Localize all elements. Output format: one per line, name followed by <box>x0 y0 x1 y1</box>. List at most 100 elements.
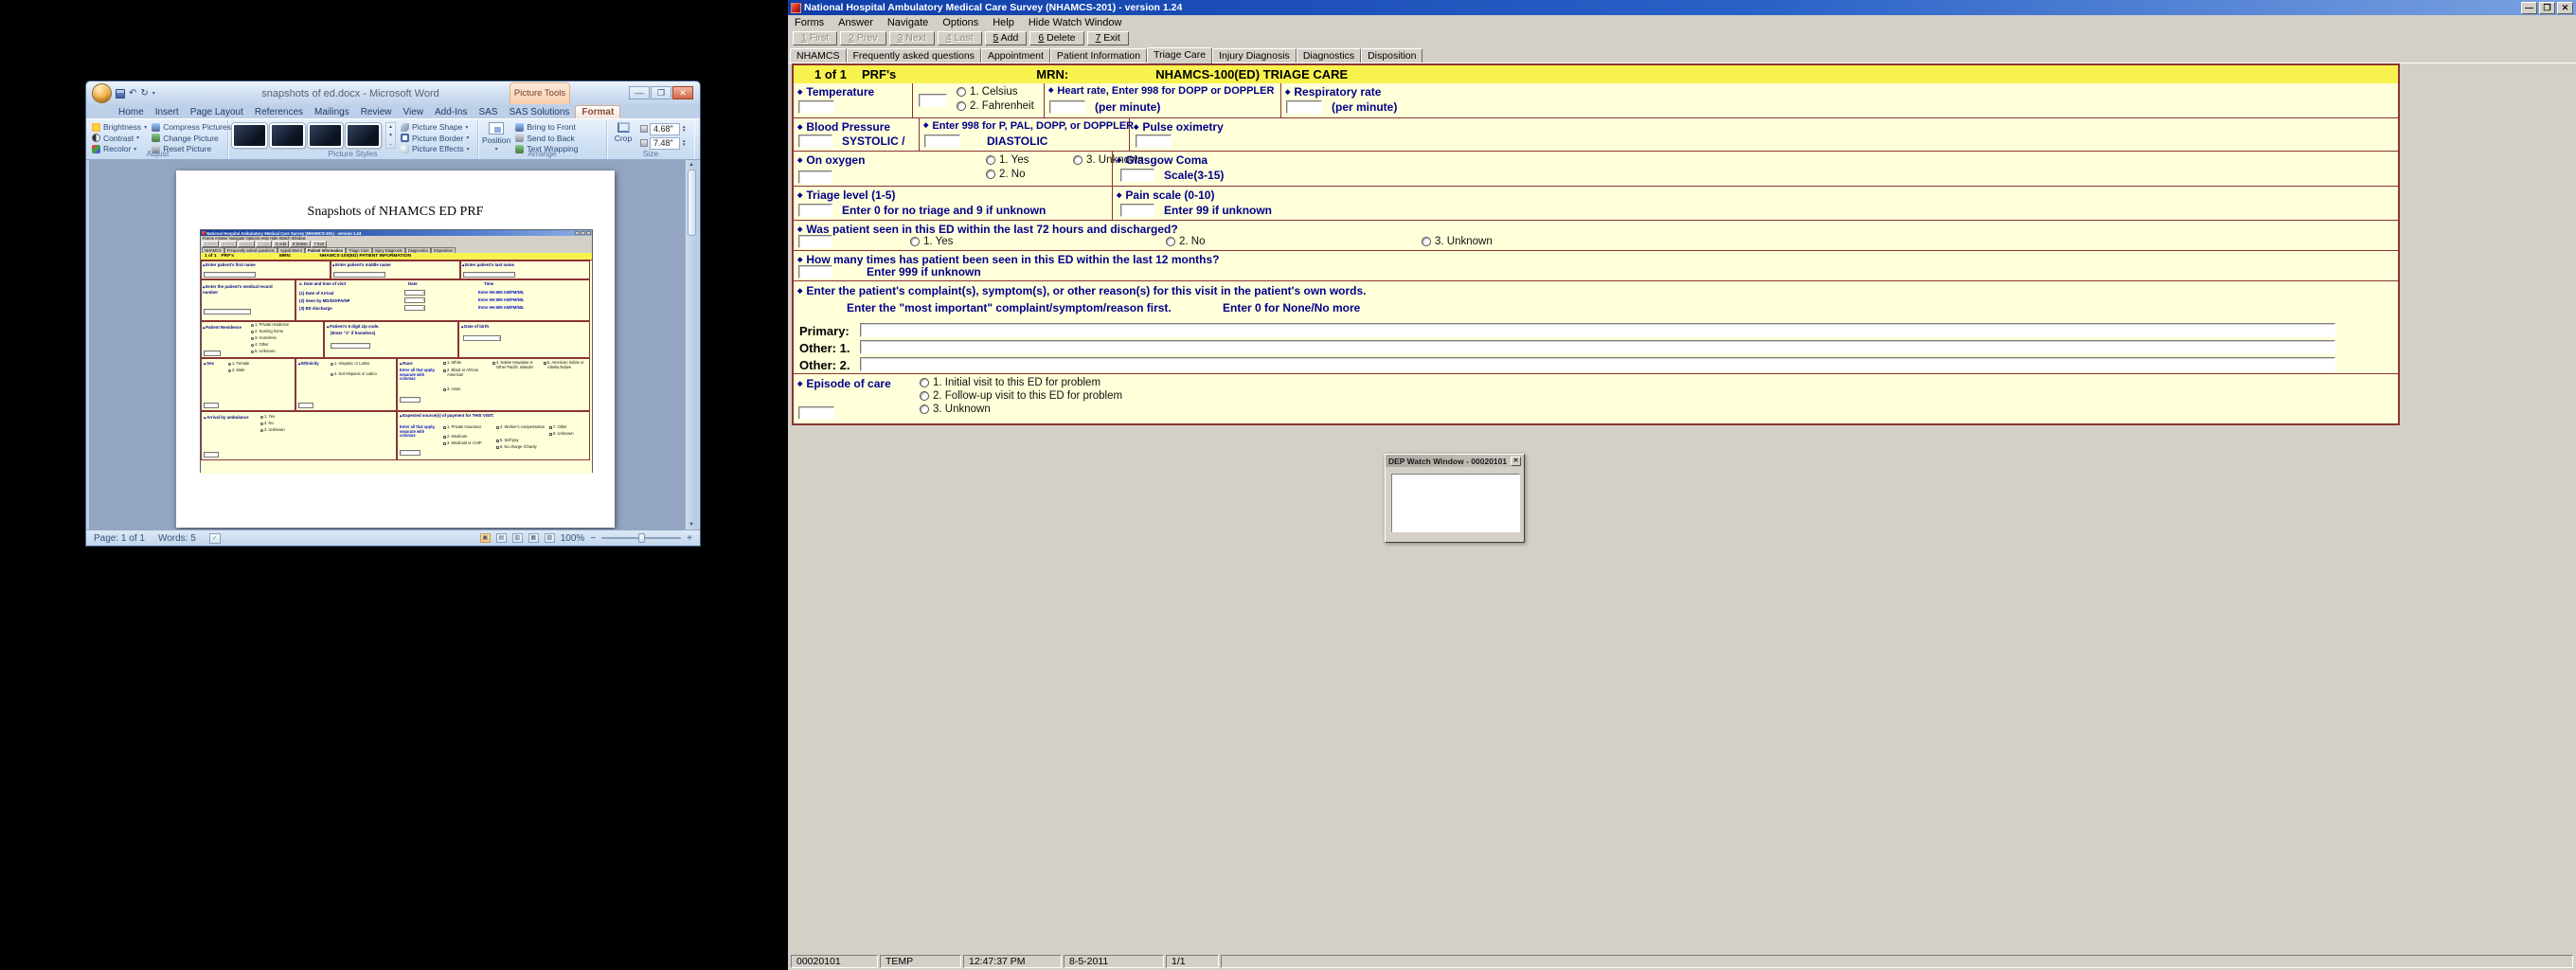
crop-button[interactable]: Crop <box>611 122 635 143</box>
tab-diagnostics[interactable]: Diagnostics <box>1297 48 1361 63</box>
document-scrollbar[interactable]: ▲ ▼ <box>685 160 697 530</box>
tab-view[interactable]: View <box>398 106 430 118</box>
tab-review[interactable]: Review <box>355 106 398 118</box>
change-picture-button[interactable]: Change Picture <box>152 134 231 144</box>
qat-menu-icon[interactable]: ▾ <box>152 90 155 97</box>
width-value[interactable]: 7.48" <box>650 137 680 150</box>
width-spinner[interactable]: 7.48"▲▼ <box>640 136 686 150</box>
watch-close-button[interactable]: ✕ <box>1511 457 1521 466</box>
menu-forms[interactable]: Forms <box>795 17 824 28</box>
watch-list[interactable] <box>1391 474 1520 532</box>
zoom-level[interactable]: 100% <box>561 533 585 544</box>
picture-style-thumbnail[interactable] <box>270 123 305 148</box>
menu-navigate[interactable]: Navigate <box>887 17 928 28</box>
watch-window-titlebar[interactable]: DEP Watch Window - 00020101 ✕ <box>1386 455 1524 467</box>
triage-level-input[interactable] <box>798 204 832 217</box>
menu-hide-watch-window[interactable]: Hide Watch Window <box>1029 17 1122 28</box>
respiratory-rate-input[interactable] <box>1286 100 1322 114</box>
oxygen-no-option[interactable]: 2. No <box>986 169 1026 180</box>
last-button[interactable]: 4 Last <box>938 31 982 45</box>
save-icon[interactable] <box>116 89 125 99</box>
tab-appointment[interactable]: Appointment <box>981 48 1050 63</box>
add-button[interactable]: 5 Add <box>985 31 1028 45</box>
print-layout-view-button[interactable]: ▣ <box>480 533 491 543</box>
minimize-button[interactable]: — <box>629 86 650 99</box>
celsius-option[interactable]: 1. Celsius <box>957 86 1018 98</box>
episode-followup-option[interactable]: 2. Follow-up visit to this ED for proble… <box>920 390 1122 402</box>
diastolic-input[interactable] <box>924 135 960 148</box>
heart-rate-input[interactable] <box>1049 100 1085 114</box>
tab-sas[interactable]: SAS <box>473 106 503 118</box>
tab-injury-diagnosis[interactable]: Injury Diagnosis <box>1212 48 1297 63</box>
tab-page-layout[interactable]: Page Layout <box>185 106 249 118</box>
stepper-icons[interactable]: ▲▼ <box>682 125 686 133</box>
height-spinner[interactable]: 4.68"▲▼ <box>640 122 686 135</box>
picture-border-button[interactable]: Picture Border▾ <box>401 134 470 144</box>
spellcheck-icon[interactable]: ✓ <box>209 533 221 544</box>
seen72-no-option[interactable]: 2. No <box>1166 236 1206 247</box>
scrollbar-thumb[interactable] <box>688 170 696 236</box>
height-value[interactable]: 4.68" <box>650 123 680 135</box>
menu-answer[interactable]: Answer <box>838 17 873 28</box>
episode-initial-option[interactable]: 1. Initial visit to this ED for problem <box>920 377 1100 388</box>
oxygen-yes-option[interactable]: 1. Yes <box>986 154 1029 166</box>
zoom-slider-thumb[interactable] <box>638 533 645 543</box>
tab-insert[interactable]: Insert <box>150 106 185 118</box>
outline-view-button[interactable]: ▦ <box>528 533 539 543</box>
document-page[interactable]: Snapshots of NHAMCS ED PRF National Hosp… <box>176 171 615 528</box>
pulse-oximetry-input[interactable] <box>1136 135 1172 148</box>
close-button[interactable]: ✕ <box>2557 2 2573 14</box>
picture-shape-button[interactable]: Picture Shape▾ <box>401 122 470 133</box>
episode-unknown-option[interactable]: 3. Unknown <box>920 404 991 415</box>
zoom-slider[interactable] <box>601 537 681 539</box>
word-titlebar[interactable]: ↶ ↻ ▾ snapshots of ed.docx - Microsoft W… <box>86 81 700 105</box>
tab-triage-care[interactable]: Triage Care <box>1147 47 1212 63</box>
exit-button[interactable]: 7 Exit <box>1087 31 1129 45</box>
zoom-in-icon[interactable]: + <box>687 533 692 544</box>
menu-help[interactable]: Help <box>993 17 1014 28</box>
web-layout-view-button[interactable]: ▥ <box>512 533 523 543</box>
temperature-input[interactable] <box>798 100 834 114</box>
tab-references[interactable]: References <box>249 106 309 118</box>
prev-button[interactable]: 2 Prev <box>840 31 886 45</box>
tab-faq[interactable]: Frequently asked questions <box>847 48 981 63</box>
page-indicator[interactable]: Page: 1 of 1 <box>94 533 145 544</box>
restore-button[interactable]: ❐ <box>651 86 671 99</box>
menu-options[interactable]: Options <box>942 17 978 28</box>
tab-sas-solutions[interactable]: SAS Solutions <box>503 106 575 118</box>
contrast-button[interactable]: Contrast▾ <box>92 134 147 144</box>
fahrenheit-option[interactable]: 2. Fahrenheit <box>957 100 1034 112</box>
close-button[interactable]: ✕ <box>672 86 693 99</box>
seen72-yes-option[interactable]: 1. Yes <box>910 236 953 247</box>
tab-patient-information[interactable]: Patient Information <box>1050 48 1147 63</box>
systolic-input[interactable] <box>798 135 832 148</box>
tab-mailings[interactable]: Mailings <box>309 106 355 118</box>
seen72-unknown-option[interactable]: 3. Unknown <box>1422 236 1493 247</box>
glasgow-input[interactable] <box>1120 169 1154 182</box>
tab-add-ins[interactable]: Add-Ins <box>429 106 473 118</box>
nhamcs-titlebar[interactable]: National Hospital Ambulatory Medical Car… <box>788 0 2576 15</box>
bring-to-front-button[interactable]: Bring to Front <box>515 122 578 133</box>
next-button[interactable]: 3 Next <box>889 31 935 45</box>
send-to-back-button[interactable]: Send to Back <box>515 134 578 144</box>
word-count[interactable]: Words: 5 <box>158 533 196 544</box>
embedded-screenshot-image[interactable]: National Hospital Ambulatory Medical Car… <box>200 229 593 473</box>
office-button[interactable] <box>92 83 112 103</box>
tab-disposition[interactable]: Disposition <box>1361 48 1422 63</box>
draft-view-button[interactable]: ▧ <box>545 533 555 543</box>
compress-pictures-button[interactable]: Compress Pictures <box>152 122 231 133</box>
other1-complaint-input[interactable] <box>860 340 2335 354</box>
redo-icon[interactable]: ↻ <box>140 88 148 99</box>
brightness-button[interactable]: Brightness▾ <box>92 122 147 133</box>
zoom-out-icon[interactable]: − <box>590 533 596 544</box>
episode-input[interactable] <box>798 406 834 420</box>
tab-nhamcs[interactable]: NHAMCS <box>790 48 847 63</box>
tab-format[interactable]: Format <box>575 105 620 118</box>
picture-style-thumbnail[interactable] <box>346 123 381 148</box>
first-button[interactable]: 1 First <box>793 31 837 45</box>
primary-complaint-input[interactable] <box>860 323 2335 337</box>
undo-icon[interactable]: ↶ <box>129 88 136 99</box>
maximize-button[interactable]: ❐ <box>2539 2 2555 14</box>
tab-home[interactable]: Home <box>113 106 150 118</box>
visits-12-input[interactable] <box>798 265 832 278</box>
